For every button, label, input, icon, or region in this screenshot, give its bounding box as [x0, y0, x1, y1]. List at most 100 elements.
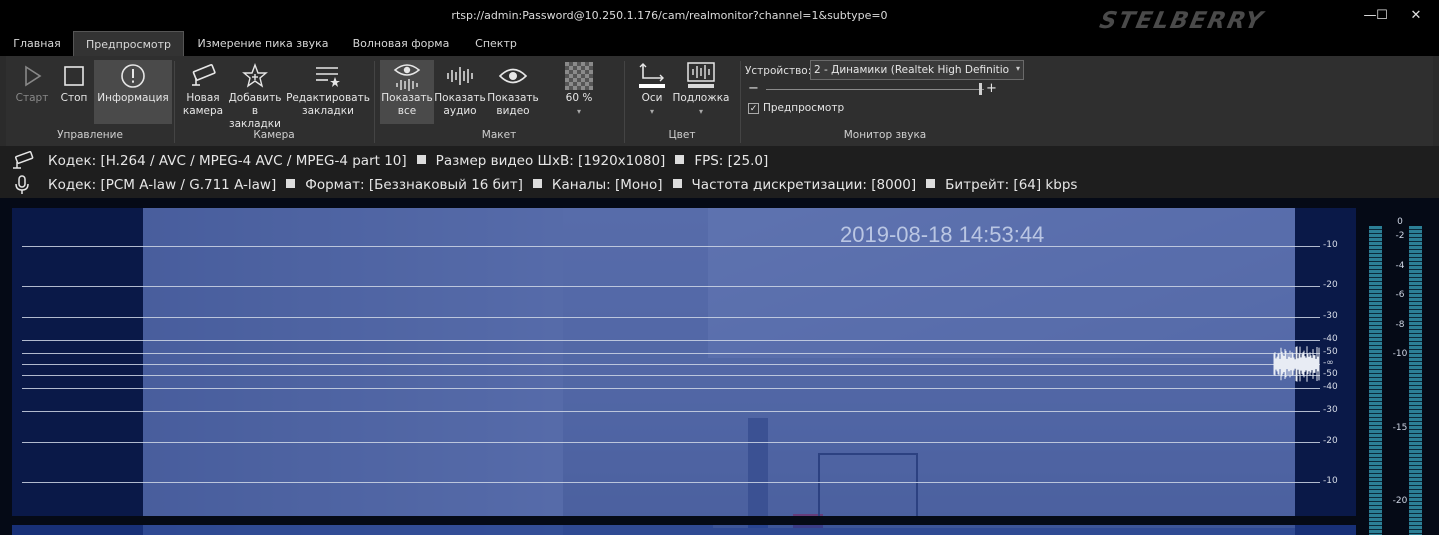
tab-home[interactable]: Главная [4, 31, 70, 56]
tab-peak-meter[interactable]: Измерение пика звука [190, 31, 336, 56]
meter-db-label: -2 [1395, 231, 1405, 241]
close-button[interactable]: ✕ [1393, 0, 1439, 31]
grid-line [22, 364, 1320, 365]
start-button[interactable]: Старт [12, 60, 52, 124]
chevron-down-icon: ▾ [576, 107, 581, 116]
level-meter-right [1409, 226, 1422, 535]
close-icon: ✕ [1410, 8, 1422, 23]
star-add-icon [226, 60, 284, 92]
show-all-label-1: Показать [381, 92, 433, 104]
zoom-dropdown[interactable]: 60 % ▾ [554, 60, 604, 124]
show-video-button[interactable]: Показать видео [486, 60, 540, 124]
video-info-line: Кодек: [H.264 / AVC / MPEG-4 AVC / MPEG-… [0, 150, 1439, 172]
group-label-color: Цвет [668, 129, 696, 141]
edit-bookmarks-button[interactable]: Редактировать закладки [286, 60, 370, 124]
axes-icon [632, 60, 672, 92]
waveform-db-label: -∞ [1323, 358, 1334, 368]
group-label-sound-monitor: Монитор звука [843, 129, 927, 141]
chevron-down-icon: ▾ [698, 107, 703, 116]
device-select[interactable]: 2 - Динамики (Realtek High Definition ▾ [810, 60, 1024, 80]
waveform-panel-left [12, 208, 143, 516]
separator-square [672, 179, 682, 188]
add-bookmark-label-1: Добавить [228, 92, 282, 104]
start-label: Старт [15, 92, 49, 104]
grid-line [22, 442, 1320, 443]
separator-square [416, 155, 426, 164]
meter-db-label: -4 [1395, 261, 1405, 271]
grid-line [22, 482, 1320, 483]
audio-waveform-trace [1273, 346, 1320, 382]
device-label: Устройство: [745, 65, 812, 77]
ribbon: Старт Стоп Информация Управление Новая к… [0, 56, 1439, 146]
grid-line [22, 286, 1320, 287]
meter-db-label: -10 [1392, 349, 1408, 359]
grid-line [22, 388, 1320, 389]
tab-preview[interactable]: Предпросмотр [73, 31, 184, 56]
stop-icon [54, 60, 94, 92]
preview-label: Предпросмотр [763, 102, 845, 114]
audio-info-line: Кодек: [PCM A-law / G.711 A-law] Формат: … [0, 174, 1439, 196]
stop-button[interactable]: Стоп [54, 60, 94, 124]
ribbon-tabs: Главная Предпросмотр Измерение пика звук… [0, 31, 1439, 56]
waveform-db-label: -40 [1323, 334, 1338, 344]
meter-db-label: -20 [1392, 496, 1408, 506]
add-bookmark-button[interactable]: Добавить в закладки [226, 60, 284, 130]
checkerboard-icon [554, 60, 604, 92]
group-label-layout: Макет [481, 129, 517, 141]
new-camera-button[interactable]: Новая камера [180, 60, 226, 124]
checkmark-icon: ✓ [749, 103, 758, 114]
eye-wave-icon [380, 60, 434, 92]
volume-minus-button[interactable]: − [748, 81, 759, 96]
chevron-down-icon: ▾ [1015, 64, 1020, 73]
new-camera-label-2: камера [182, 105, 224, 117]
background-chart-icon [672, 60, 730, 92]
meter-db-label: 0 [1397, 217, 1403, 227]
grid-line [22, 340, 1320, 341]
camera-icon [13, 151, 34, 169]
background-color-label: Подложка [672, 92, 730, 104]
stop-label: Стоп [60, 92, 88, 104]
info-button[interactable]: Информация [94, 60, 172, 124]
separator-square [286, 179, 296, 188]
show-video-label-1: Показать [487, 92, 539, 104]
background-color-button[interactable]: Подложка ▾ [672, 60, 730, 124]
audio-channels: Каналы: [Моно] [551, 177, 663, 193]
grid-line [22, 246, 1320, 247]
show-all-button[interactable]: Показать все [380, 60, 434, 124]
title-bar: rtsp://admin:Password@10.250.1.176/cam/r… [0, 0, 1439, 34]
waveform-db-label: -20 [1323, 436, 1338, 446]
volume-slider[interactable] [766, 83, 984, 95]
video-size: Размер видео ШxВ: [1920x1080] [435, 153, 666, 169]
grid-line [22, 411, 1320, 412]
axes-color-button[interactable]: Оси ▾ [632, 60, 672, 124]
chevron-down-icon: ▾ [649, 107, 654, 116]
info-icon [94, 60, 172, 92]
microphone-icon [15, 175, 29, 194]
zoom-value: 60 % [565, 92, 593, 104]
panel-border [12, 516, 1356, 525]
show-all-label-2: все [397, 105, 417, 117]
volume-slider-thumb[interactable] [978, 83, 982, 95]
video-fps: FPS: [25.0] [694, 153, 769, 169]
meter-db-label: -6 [1395, 290, 1405, 300]
show-audio-button[interactable]: Показать аудио [434, 60, 486, 124]
level-meter-left [1369, 226, 1382, 535]
waveform-icon [434, 60, 486, 92]
show-video-label-2: видео [496, 105, 530, 117]
waveform-overlay [0, 198, 1439, 535]
show-audio-label-2: аудио [443, 105, 477, 117]
volume-plus-button[interactable]: + [986, 81, 997, 96]
audio-format: Формат: [Беззнаковый 16 бит] [305, 177, 523, 193]
waveform-db-label: -50 [1323, 369, 1338, 379]
tab-spectrum[interactable]: Спектр [464, 31, 528, 56]
grid-line [22, 317, 1320, 318]
grid-line [22, 375, 1320, 376]
waveform-db-label: -10 [1323, 240, 1338, 250]
audio-codec: Кодек: [PCM A-law / G.711 A-law] [48, 177, 277, 193]
video-codec: Кодек: [H.264 / AVC / MPEG-4 AVC / MPEG-… [48, 153, 407, 169]
video-timestamp: 2019-08-18 14:53:44 [840, 222, 1045, 247]
separator-square [675, 155, 685, 164]
preview-checkbox[interactable]: ✓ [748, 103, 759, 114]
edit-bookmarks-label-2: закладки [302, 105, 354, 117]
tab-waveform[interactable]: Волновая форма [342, 31, 460, 56]
